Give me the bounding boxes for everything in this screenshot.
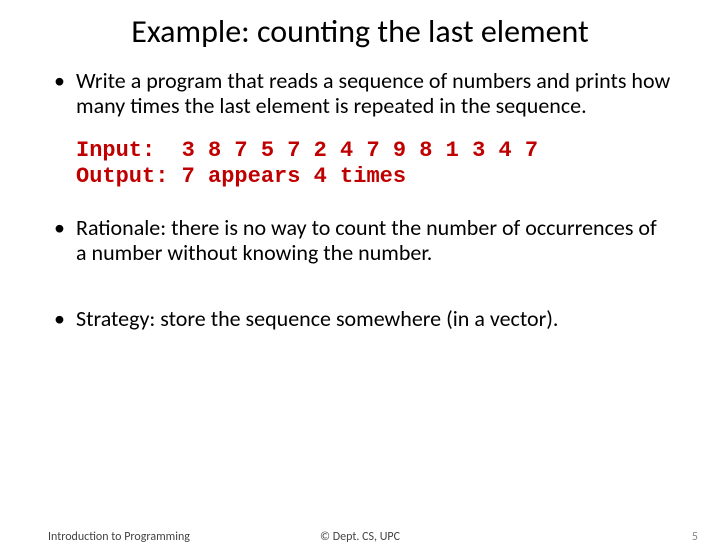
code-example: Input: 3 8 7 5 7 2 4 7 9 8 1 3 4 7 Outpu… bbox=[48, 138, 672, 190]
footer-page-number: 5 bbox=[692, 530, 698, 544]
slide-body: Write a program that reads a sequence of… bbox=[48, 69, 672, 332]
slide-title: Example: counting the last element bbox=[48, 0, 672, 69]
bullet-problem: Write a program that reads a sequence of… bbox=[48, 69, 672, 118]
code-input-line: Input: 3 8 7 5 7 2 4 7 9 8 1 3 4 7 bbox=[76, 138, 538, 163]
slide: Example: counting the last element Write… bbox=[0, 0, 720, 540]
footer-copyright: © Dept. CS, UPC bbox=[0, 530, 720, 544]
bullet-rationale: Rationale: there is no way to count the … bbox=[48, 216, 672, 265]
spacer bbox=[48, 285, 672, 307]
bullet-strategy: Strategy: store the sequence somewhere (… bbox=[48, 307, 672, 332]
code-output-line: Output: 7 appears 4 times bbox=[76, 164, 406, 189]
